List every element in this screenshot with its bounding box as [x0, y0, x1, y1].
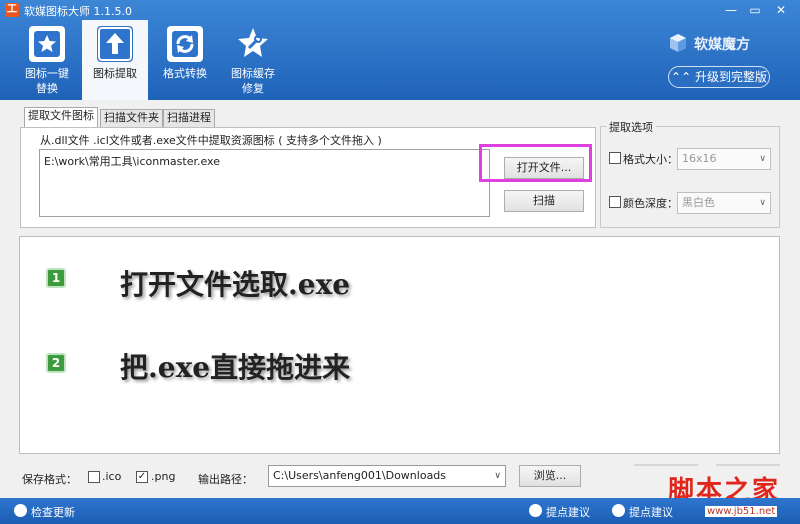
toolbar-format-convert[interactable]: 格式转换: [152, 20, 218, 100]
minimize-button[interactable]: —: [720, 2, 742, 18]
toolbar-label: 图标提取: [93, 67, 137, 80]
extract-hint: 从.dll文件 .icl文件或者.exe文件中提取资源图标 ( 支持多个文件拖入…: [40, 134, 382, 147]
toolbar-label: 图标一键 替换: [25, 67, 69, 95]
file-path: E:\work\常用工具\iconmaster.exe: [44, 155, 220, 168]
highlight-box: [479, 144, 592, 182]
maximize-button[interactable]: ▭: [744, 2, 766, 18]
png-label: .png: [151, 470, 176, 483]
color-depth-checkbox[interactable]: [609, 196, 621, 208]
lightbulb-icon: [529, 504, 542, 517]
app-header: 工 软媒图标大师 1.1.5.0 — ▭ ✕ 图标一键 替换 图标提取 格式转换 …: [0, 0, 800, 100]
app-logo-icon: 工: [5, 3, 19, 17]
toolbar-label: 图标缓存 修复: [231, 67, 275, 95]
step-text: 把.exe直接拖进来: [120, 351, 351, 384]
lightbulb-icon: [612, 504, 625, 517]
divider: [716, 464, 780, 466]
step-badge: 1: [46, 268, 66, 288]
upgrade-button[interactable]: ⌃⌃ 升级到完整版: [668, 66, 770, 88]
double-chevron-up-icon: ⌃⌃: [671, 70, 692, 84]
browse-button[interactable]: 浏览...: [519, 465, 581, 487]
scan-button[interactable]: 扫描: [504, 190, 584, 212]
chevron-down-icon: ∨: [759, 198, 766, 208]
star-icon: [29, 26, 65, 62]
window-title: 软媒图标大师 1.1.5.0: [24, 5, 132, 18]
tab-scan-folder[interactable]: 扫描文件夹: [100, 109, 163, 127]
extract-options-title: 提取选项: [606, 119, 656, 135]
color-depth-label: 颜色深度：: [623, 197, 678, 210]
color-depth-select[interactable]: 黑白色 ∨: [677, 192, 771, 214]
update-icon: [14, 504, 27, 517]
divider: [634, 464, 698, 466]
status-bar: 检查更新 提点建议 提点建议: [0, 498, 800, 524]
toolbar-icon-extract[interactable]: 图标提取: [82, 20, 148, 100]
format-size-select[interactable]: 16x16 ∨: [677, 148, 771, 170]
format-size-checkbox[interactable]: [609, 152, 621, 164]
brand-name: 软媒魔方: [694, 37, 750, 53]
ico-label: .ico: [102, 470, 122, 483]
step-badge: 2: [46, 353, 66, 373]
brand-logo: 软媒魔方: [668, 32, 778, 54]
check-update-link[interactable]: 检查更新: [31, 504, 75, 520]
tab-extract-file[interactable]: 提取文件图标: [24, 107, 98, 127]
wrench-icon: [235, 26, 271, 62]
toolbar-cache-repair[interactable]: 图标缓存 修复: [220, 20, 286, 100]
ico-checkbox[interactable]: [88, 471, 100, 483]
close-button[interactable]: ✕: [770, 2, 792, 18]
output-path-select[interactable]: C:\Users\anfeng001\Downloads ∨: [268, 465, 506, 487]
step-text: 打开文件选取.exe: [120, 268, 351, 301]
format-size-label: 格式大小：: [623, 153, 678, 166]
chevron-down-icon: ∨: [494, 471, 501, 481]
upload-arrow-icon: [97, 26, 133, 62]
save-format-label: 保存格式：: [22, 473, 77, 486]
file-list-box[interactable]: E:\work\常用工具\iconmaster.exe: [39, 149, 490, 217]
watermark-url: www.jb51.net: [705, 506, 778, 517]
tab-scan-process[interactable]: 扫描进程: [163, 109, 215, 127]
png-checkbox[interactable]: ✓: [136, 471, 148, 483]
refresh-icon: [167, 26, 203, 62]
suggestion-link[interactable]: 提点建议: [546, 504, 590, 520]
cube-icon: [668, 33, 688, 53]
toolbar-label: 格式转换: [163, 67, 207, 80]
checkmark-icon: ✓: [137, 471, 147, 482]
toolbar-icon-replace[interactable]: 图标一键 替换: [14, 20, 80, 100]
suggestion-link[interactable]: 提点建议: [629, 504, 673, 520]
output-path-label: 输出路径：: [198, 473, 253, 486]
chevron-down-icon: ∨: [759, 154, 766, 164]
title-bar: 工 软媒图标大师 1.1.5.0 — ▭ ✕: [0, 0, 800, 20]
